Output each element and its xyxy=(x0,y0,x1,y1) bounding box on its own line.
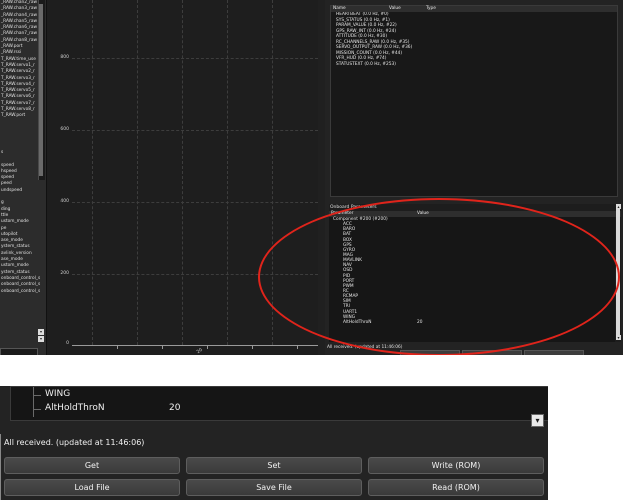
x-tick-mark xyxy=(207,346,208,349)
tree-item[interactable]: onboard_control_s xyxy=(0,282,46,288)
grid-line xyxy=(227,0,228,345)
column-name[interactable]: Name xyxy=(333,6,346,12)
tree-item-wing[interactable]: WING xyxy=(45,389,70,399)
status-text: All received. (updated at 11:46:06) xyxy=(4,438,145,447)
scroll-down-icon[interactable]: ▾ xyxy=(616,335,621,340)
column-type[interactable]: Type xyxy=(426,6,436,12)
y-tick-label: 600 xyxy=(60,127,69,132)
chevron-down-icon[interactable]: ▾ xyxy=(38,336,44,342)
y-tick-label: 400 xyxy=(60,199,69,204)
write-button-small[interactable] xyxy=(524,350,584,355)
monitor-message-list: HEARTBEAT (0.0 Hz, #0) SYS_STATUS (0.0 Hz… xyxy=(331,12,617,67)
screenshot-overview: _RAW.chan2_raw _RAW.chan3_raw _RAW.chan4_r… xyxy=(0,0,623,355)
read-rom-button[interactable]: Read (ROM) xyxy=(368,479,544,496)
y-tick-label: 200 xyxy=(60,271,69,276)
get-button[interactable]: Get xyxy=(4,457,180,474)
load-file-button[interactable]: Load File xyxy=(4,479,180,496)
x-tick-mark xyxy=(297,346,298,349)
highlight-ellipse xyxy=(258,198,620,355)
monitor-message[interactable]: STATUSTEXT (0.0 Hz, #253) xyxy=(331,62,617,68)
chevron-down-icon[interactable]: ▾ xyxy=(38,329,44,335)
zoomed-tree: WING AltHoldThroN 20 xyxy=(10,386,548,421)
mavlink-monitor: Name Value Type HEARTBEAT (0.0 Hz, #0) SY… xyxy=(330,5,618,197)
x-tick-mark xyxy=(252,346,253,349)
x-tick-mark xyxy=(117,346,118,349)
grid-line xyxy=(72,58,318,59)
tree-branch xyxy=(33,395,41,396)
monitor-header: Name Value Type xyxy=(331,6,617,12)
column-value[interactable]: Value xyxy=(389,6,401,12)
param-value[interactable]: 20 xyxy=(169,403,180,413)
tree-item[interactable]: onboard_control_s xyxy=(0,289,46,295)
tree-items-bottom: s speed hspeed speed peed undspeed g ding ttle us… xyxy=(0,150,46,295)
grid-line xyxy=(72,202,318,203)
set-button[interactable]: Set xyxy=(186,457,362,474)
write-rom-button[interactable]: Write (ROM) xyxy=(368,457,544,474)
x-tick-mark xyxy=(162,346,163,349)
grid-line xyxy=(92,0,93,345)
tree-line xyxy=(33,387,34,417)
y-tick-label: 0 xyxy=(66,341,69,346)
zoomed-parameter-panel: WING AltHoldThroN 20 ▾ All received. (up… xyxy=(0,386,548,500)
tree-branch xyxy=(33,409,41,410)
chevron-down-icon[interactable]: ▾ xyxy=(531,414,544,427)
x-axis xyxy=(72,345,318,346)
tree-item-altholdthron[interactable]: AltHoldThroN xyxy=(45,403,105,413)
parameter-tree-panel: _RAW.chan2_raw _RAW.chan3_raw _RAW.chan4_r… xyxy=(0,0,47,355)
grid-line xyxy=(182,0,183,345)
x-tick-label: 20 xyxy=(196,347,204,355)
lower-field[interactable] xyxy=(0,348,38,355)
save-file-button[interactable]: Save File xyxy=(186,479,362,496)
grid-line xyxy=(137,0,138,345)
y-tick-label: 800 xyxy=(60,55,69,60)
grid-line xyxy=(72,130,318,131)
